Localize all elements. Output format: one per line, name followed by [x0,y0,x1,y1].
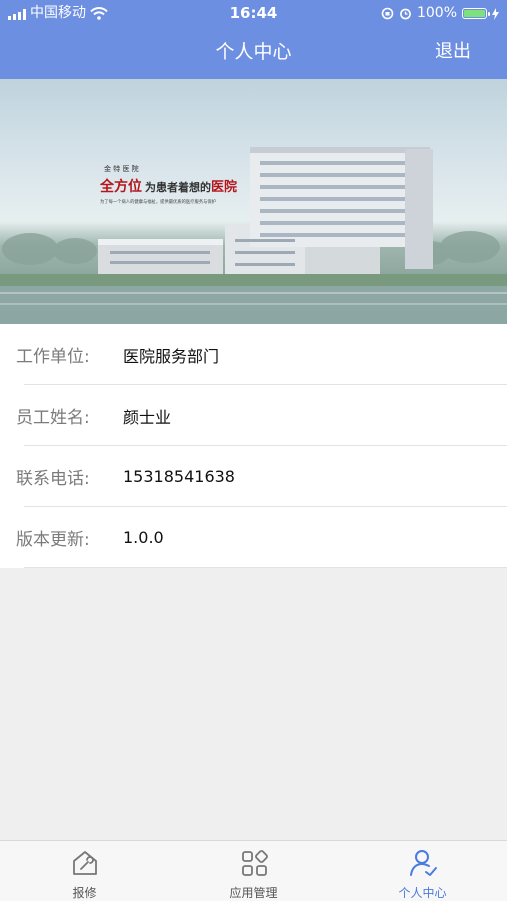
banner-small-line: 金 特 医 院 [104,164,139,173]
hospital-illustration: 金 特 医 院 全方位 为患者着想的 医院 为了每一个病人的健康与福祉，提供最优… [0,147,507,324]
header-bar: 中国移动 16:44 100% 个人中心 退出 [0,0,507,79]
page-title: 个人中心 [215,41,292,63]
status-right: 100% [381,0,499,27]
banner-headline-red: 全方位 [99,178,142,195]
tab-bar: 报修 应用管理 个人中心 [0,840,507,901]
work-unit-label: 工作单位: [16,347,90,367]
rotation-lock-icon [381,7,394,20]
user-icon [409,850,437,876]
banner-slogan: 为了每一个病人的健康与福祉，提供最优质的医疗服务与保护 [100,198,216,205]
tab-app-management[interactable]: 应用管理 [169,841,338,901]
phone-label: 联系电话: [16,469,90,489]
row-version-update[interactable]: 版本更新: 1.0.0 [0,507,507,568]
tab-repair-label: 报修 [72,886,97,900]
row-divider [24,567,507,568]
banner-headline-dark: 为患者着想的 [145,180,211,194]
battery-percent: 100% [416,5,457,21]
phone-value: 15318541638 [123,467,235,486]
version-label: 版本更新: [16,530,90,550]
apps-grid-icon [241,850,268,876]
row-employee-name: 员工姓名: 颜士业 [0,385,507,446]
version-value: 1.0.0 [123,528,164,547]
repair-icon [72,851,97,875]
battery-icon [462,8,490,19]
employee-name-value: 颜士业 [123,407,172,427]
banner-headline-end: 医院 [211,179,237,195]
charging-icon [492,7,499,20]
tab-repair[interactable]: 报修 [0,841,169,901]
alarm-icon [400,8,411,20]
employee-name-label: 员工姓名: [16,408,90,428]
row-work-unit: 工作单位: 医院服务部门 [0,324,507,385]
row-phone: 联系电话: 15318541638 [0,446,507,507]
work-unit-value: 医院服务部门 [123,346,220,366]
logout-button[interactable]: 退出 [435,34,471,70]
tab-personal-center[interactable]: 个人中心 [338,841,507,901]
status-bar: 中国移动 16:44 100% [0,0,507,27]
tab-personal-center-label: 个人中心 [398,886,447,900]
profile-info-list: 工作单位: 医院服务部门 员工姓名: 颜士业 联系电话: 15318541638… [0,324,507,568]
hospital-banner: 金 特 医 院 全方位 为患者着想的 医院 为了每一个病人的健康与福祉，提供最优… [0,79,507,324]
tab-app-management-label: 应用管理 [229,886,278,900]
